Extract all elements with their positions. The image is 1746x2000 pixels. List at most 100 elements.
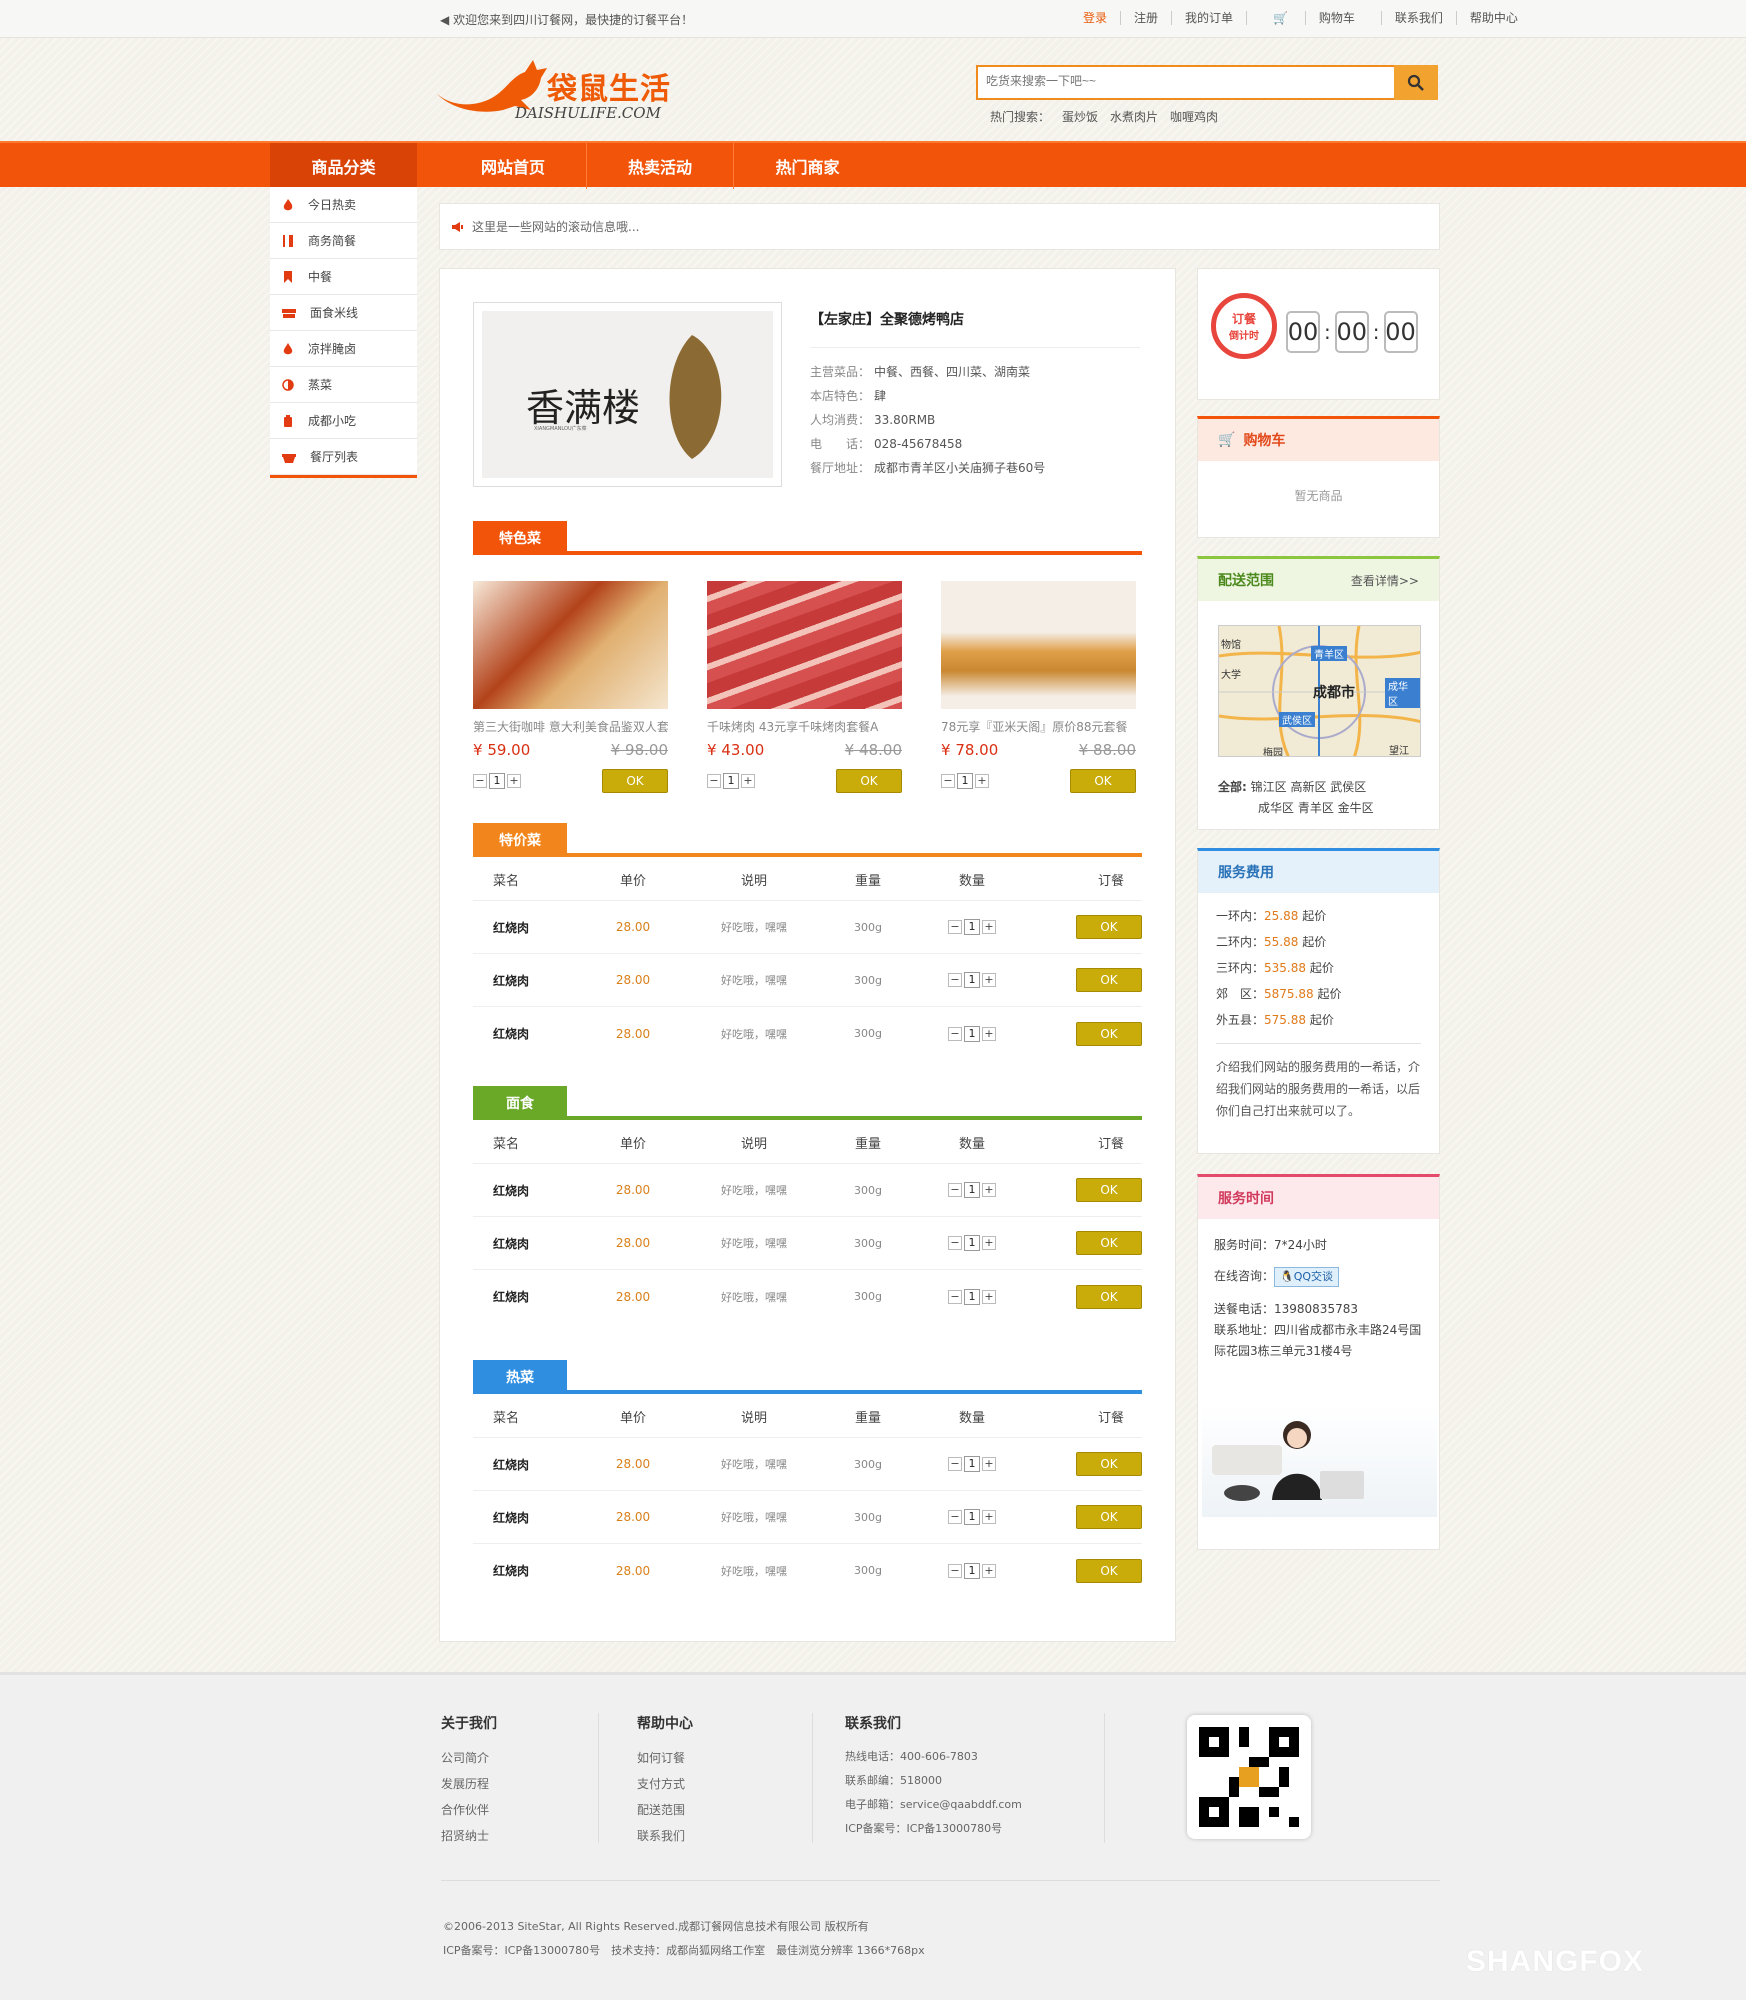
dish-image[interactable] bbox=[941, 581, 1136, 709]
quantity-value[interactable]: 1 bbox=[964, 919, 980, 935]
row-name[interactable]: 红烧肉 bbox=[473, 1288, 587, 1305]
order-button[interactable]: OK bbox=[1076, 1505, 1142, 1529]
order-button[interactable]: OK bbox=[1076, 1452, 1142, 1476]
dish-name[interactable]: 千味烤肉 43元享千味烤肉套餐A bbox=[707, 718, 902, 735]
minus-button[interactable]: − bbox=[473, 774, 487, 788]
order-button[interactable]: OK bbox=[1076, 915, 1142, 939]
plus-button[interactable]: + bbox=[982, 1289, 996, 1304]
dish-image[interactable] bbox=[473, 581, 668, 709]
qr-code[interactable] bbox=[1187, 1715, 1311, 1839]
quantity-value[interactable]: 1 bbox=[489, 773, 505, 789]
minus-button[interactable]: − bbox=[948, 1236, 962, 1250]
search-button[interactable] bbox=[1394, 65, 1438, 100]
sidebar-item-today-hot[interactable]: 今日热卖 bbox=[270, 187, 417, 223]
quantity-value[interactable]: 1 bbox=[964, 1456, 980, 1472]
order-button[interactable]: OK bbox=[1076, 968, 1142, 992]
footer-link[interactable]: 公司简介 bbox=[441, 1745, 497, 1771]
minus-button[interactable]: − bbox=[948, 1457, 962, 1471]
plus-button[interactable]: + bbox=[982, 1457, 996, 1471]
order-button[interactable]: OK bbox=[1076, 1021, 1142, 1046]
search-input[interactable] bbox=[986, 74, 1376, 88]
login-link[interactable]: 登录 bbox=[1070, 11, 1120, 25]
section-tab[interactable]: 热菜 bbox=[473, 1360, 567, 1394]
plus-button[interactable]: + bbox=[982, 1026, 996, 1041]
my-orders-link[interactable]: 我的订单 bbox=[1171, 11, 1246, 25]
nav-home[interactable]: 网站首页 bbox=[440, 143, 587, 189]
minus-button[interactable]: − bbox=[948, 1026, 962, 1041]
minus-button[interactable]: − bbox=[948, 1289, 962, 1304]
footer-link[interactable]: 配送范围 bbox=[637, 1797, 693, 1823]
contact-link[interactable]: 联系我们 bbox=[1380, 11, 1456, 25]
minus-button[interactable]: − bbox=[948, 1563, 962, 1578]
delivery-map[interactable]: 青羊区 成华区 武侯区 成都市 物馆 大学 梅园 望江 bbox=[1218, 625, 1421, 757]
order-button[interactable]: OK bbox=[1076, 1231, 1142, 1255]
sidebar-item-business[interactable]: 商务简餐 bbox=[270, 223, 417, 259]
plus-button[interactable]: + bbox=[741, 774, 755, 788]
qq-chat-button[interactable]: 🐧 QQ交谈 bbox=[1274, 1266, 1340, 1287]
footer-link[interactable]: 支付方式 bbox=[637, 1771, 693, 1797]
footer-link[interactable]: 联系我们 bbox=[637, 1823, 693, 1849]
quantity-value[interactable]: 1 bbox=[964, 1182, 980, 1198]
row-name[interactable]: 红烧肉 bbox=[473, 1509, 587, 1526]
minus-button[interactable]: − bbox=[948, 973, 962, 987]
quantity-value[interactable]: 1 bbox=[964, 1235, 980, 1251]
order-button[interactable]: OK bbox=[1070, 769, 1136, 793]
dish-image[interactable] bbox=[707, 581, 902, 709]
footer-link[interactable]: 招贤纳士 bbox=[441, 1823, 497, 1849]
hot-search-item[interactable]: 咖喱鸡肉 bbox=[1170, 108, 1218, 125]
plus-button[interactable]: + bbox=[982, 1236, 996, 1250]
order-button[interactable]: OK bbox=[602, 769, 668, 793]
sidebar-item-steamed[interactable]: 蒸菜 bbox=[270, 367, 417, 403]
minus-button[interactable]: − bbox=[941, 774, 955, 788]
category-tab[interactable]: 商品分类 bbox=[270, 143, 417, 189]
plus-button[interactable]: + bbox=[507, 774, 521, 788]
cart-link[interactable]: 🛒 购物车 bbox=[1246, 11, 1381, 25]
footer-link[interactable]: 如何订餐 bbox=[637, 1745, 693, 1771]
dish-name[interactable]: 78元享『亚米天阁』原价88元套餐 bbox=[941, 718, 1136, 735]
row-name[interactable]: 红烧肉 bbox=[473, 1456, 587, 1473]
delivery-more-link[interactable]: 查看详情>> bbox=[1351, 572, 1419, 589]
plus-button[interactable]: + bbox=[982, 973, 996, 987]
nav-hot-merchants[interactable]: 热门商家 bbox=[734, 143, 881, 189]
minus-button[interactable]: − bbox=[948, 1510, 962, 1524]
hot-search-item[interactable]: 蛋炒饭 bbox=[1062, 108, 1098, 125]
row-name[interactable]: 红烧肉 bbox=[473, 972, 587, 989]
footer-link[interactable]: 合作伙伴 bbox=[441, 1797, 497, 1823]
row-name[interactable]: 红烧肉 bbox=[473, 919, 587, 936]
section-tab[interactable]: 特色菜 bbox=[473, 521, 567, 555]
quantity-value[interactable]: 1 bbox=[957, 773, 973, 789]
order-button[interactable]: OK bbox=[836, 769, 902, 793]
quantity-value[interactable]: 1 bbox=[964, 1288, 980, 1305]
minus-button[interactable]: − bbox=[948, 920, 962, 934]
sidebar-item-noodles[interactable]: 面食米线 bbox=[270, 295, 417, 331]
plus-button[interactable]: + bbox=[982, 920, 996, 934]
quantity-value[interactable]: 1 bbox=[964, 972, 980, 988]
order-button[interactable]: OK bbox=[1076, 1284, 1142, 1309]
plus-button[interactable]: + bbox=[975, 774, 989, 788]
quantity-value[interactable]: 1 bbox=[723, 773, 739, 789]
quantity-value[interactable]: 1 bbox=[964, 1562, 980, 1579]
section-tab[interactable]: 面食 bbox=[473, 1086, 567, 1120]
plus-button[interactable]: + bbox=[982, 1183, 996, 1197]
order-button[interactable]: OK bbox=[1076, 1558, 1142, 1583]
help-link[interactable]: 帮助中心 bbox=[1455, 11, 1531, 25]
quantity-value[interactable]: 1 bbox=[964, 1509, 980, 1525]
hot-search-item[interactable]: 水煮肉片 bbox=[1110, 108, 1158, 125]
minus-button[interactable]: − bbox=[948, 1183, 962, 1197]
section-tab[interactable]: 特价菜 bbox=[473, 823, 567, 857]
order-button[interactable]: OK bbox=[1076, 1178, 1142, 1202]
footer-link[interactable]: 发展历程 bbox=[441, 1771, 497, 1797]
row-name[interactable]: 红烧肉 bbox=[473, 1562, 587, 1579]
sidebar-item-snacks[interactable]: 成都小吃 bbox=[270, 403, 417, 439]
plus-button[interactable]: + bbox=[982, 1563, 996, 1578]
row-name[interactable]: 红烧肉 bbox=[473, 1182, 587, 1199]
sidebar-item-restaurants[interactable]: 餐厅列表 bbox=[270, 439, 417, 475]
register-link[interactable]: 注册 bbox=[1120, 11, 1171, 25]
row-name[interactable]: 红烧肉 bbox=[473, 1025, 587, 1042]
sidebar-item-cold-dishes[interactable]: 凉拌腌卤 bbox=[270, 331, 417, 367]
minus-button[interactable]: − bbox=[707, 774, 721, 788]
site-logo[interactable]: 袋鼠生活 DAISHULIFE.COM bbox=[435, 52, 685, 126]
nav-hot-events[interactable]: 热卖活动 bbox=[587, 143, 734, 189]
quantity-value[interactable]: 1 bbox=[964, 1025, 980, 1042]
sidebar-item-chinese[interactable]: 中餐 bbox=[270, 259, 417, 295]
